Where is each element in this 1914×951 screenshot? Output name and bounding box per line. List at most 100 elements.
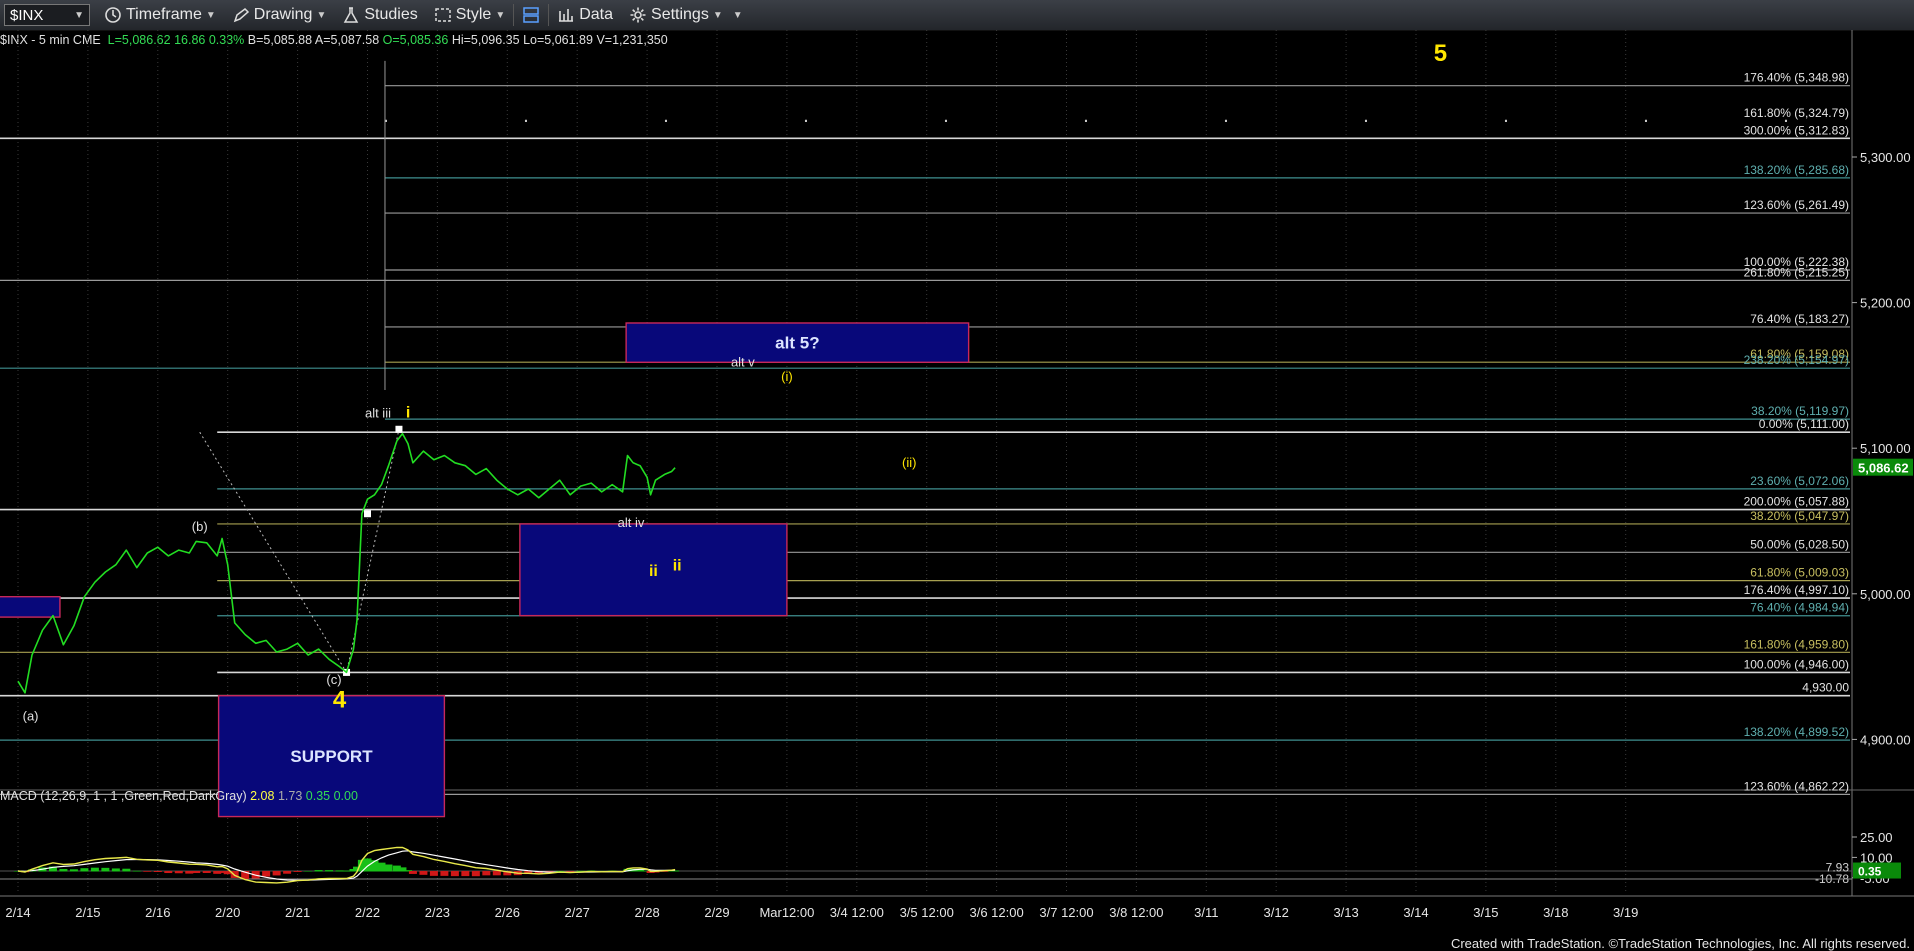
layout-icon	[522, 6, 540, 24]
time-axis-label: Mar12:00	[759, 905, 814, 920]
price-axis-label: 5,300.00	[1860, 150, 1911, 165]
macd-zero-value: 0.00	[333, 789, 358, 803]
fib-level-label: 176.40% (5,348.98)	[1744, 71, 1849, 85]
time-axis-label: 3/8 12:00	[1109, 905, 1163, 920]
fib-level-label: 138.20% (4,899.52)	[1744, 725, 1849, 739]
macd-histogram-bar	[492, 871, 501, 876]
macd-histogram-bar	[185, 871, 194, 874]
time-axis-label: 3/4 12:00	[830, 905, 884, 920]
fib-level-label: 76.40% (4,984.94)	[1750, 601, 1849, 615]
time-axis-label: 2/14	[5, 905, 30, 920]
anchor-point	[395, 425, 403, 433]
copyright-footer: Created with TradeStation. ©TradeStation…	[1450, 936, 1910, 951]
flask-icon	[342, 6, 360, 24]
target-box-label: alt 5?	[775, 334, 819, 353]
macd-value: 2.08	[250, 789, 275, 803]
time-axis-label: 2/22	[355, 905, 380, 920]
fib-level-label: 176.40% (4,997.10)	[1744, 583, 1849, 597]
time-axis-label: 2/28	[634, 905, 659, 920]
macd-histogram-bar	[482, 871, 491, 876]
macd-current-label: 0.35	[1858, 865, 1882, 879]
wave-label: alt iii	[365, 406, 391, 421]
price-axis-label: 5,100.00	[1860, 441, 1911, 456]
time-axis-label: 2/29	[704, 905, 729, 920]
macd-histogram-bar	[293, 871, 302, 872]
price-chart[interactable]: 2/14 2/15 2/16 2/20 2/21 2/22 2/23 2/26 2/27 2/28…	[0, 30, 1914, 951]
macd-histogram-bar	[164, 871, 173, 874]
time-axis-label: 2/23	[425, 905, 450, 920]
symbol-selector[interactable]: $INX ▼	[4, 4, 90, 26]
macd-histogram-bar	[342, 870, 351, 872]
macd-signal-line	[17, 850, 676, 881]
macd-histogram-bar	[408, 871, 417, 874]
time-axis-label: 2/26	[495, 905, 520, 920]
time-axis-label: 3/11	[1194, 905, 1218, 920]
fib-level-label: 238.20% (5,154.97)	[1744, 353, 1849, 367]
fib-level-label: 261.80% (5,215.25)	[1744, 265, 1849, 279]
fib-level-label: 161.80% (4,959.80)	[1744, 637, 1849, 651]
drawing-menu[interactable]: Drawing ▼	[224, 0, 335, 30]
data-label: Data	[579, 6, 614, 23]
time-axis-label: 3/6 12:00	[969, 905, 1023, 920]
time-axis-label: 3/18	[1543, 905, 1568, 920]
time-axis-label: 3/15	[1473, 905, 1498, 920]
timeframe-menu[interactable]: Timeframe ▼	[96, 0, 224, 30]
price-axis-label: 5,200.00	[1860, 296, 1911, 311]
chevron-down-icon: ▼	[205, 9, 216, 21]
macd-histogram-bar	[450, 871, 459, 877]
fib-level-label: 123.60% (4,862.22)	[1744, 779, 1849, 793]
target-box-label: SUPPORT	[290, 747, 373, 766]
fib-level-label: 138.20% (5,285.68)	[1744, 163, 1849, 177]
time-axis-label: 2/21	[285, 905, 310, 920]
fib-level-label: 100.00% (4,946.00)	[1744, 657, 1849, 671]
studies-menu[interactable]: Studies	[334, 0, 425, 30]
price-axis-label: 4,900.00	[1860, 732, 1911, 747]
target-box-label: ii	[649, 563, 658, 580]
macd-histogram-bar	[111, 868, 120, 872]
gear-icon	[629, 6, 647, 24]
style-menu[interactable]: Style ▼	[426, 0, 513, 30]
wave-label: (b)	[192, 519, 208, 534]
macd-histogram-bar	[143, 871, 152, 872]
macd-histogram-bar	[69, 869, 78, 872]
layout-button[interactable]	[514, 0, 548, 30]
macd-histogram-bar	[202, 871, 211, 873]
time-axis-label: 2/15	[75, 905, 100, 920]
settings-menu[interactable]: Settings ▼ ▼	[621, 0, 751, 30]
macd-histogram-bar	[377, 862, 386, 872]
wave-label: (c)	[326, 672, 341, 687]
time-axis-label: 3/13	[1333, 905, 1358, 920]
fib-level-label: 23.60% (5,072.06)	[1750, 474, 1849, 488]
target-box	[0, 596, 61, 618]
macd-histogram-bar	[174, 871, 183, 874]
anchor-point	[364, 510, 371, 518]
macd-histogram-bar	[153, 871, 162, 872]
macd-histogram-bar	[461, 871, 470, 877]
wave-label: (i)	[781, 369, 793, 384]
macd-status-line: MACD (12,26,9, 1 , 1 ,Green,Red,DarkGray…	[0, 789, 358, 803]
macd-signal-value: 1.73	[277, 789, 303, 803]
time-axis-label: 2/27	[565, 905, 590, 920]
wave-label: alt iv	[618, 515, 645, 530]
macd-histogram-bar	[304, 870, 313, 872]
macd-histogram-bar	[132, 870, 141, 872]
wave-connector	[199, 429, 400, 674]
macd-histogram-bar	[325, 870, 334, 872]
data-menu[interactable]: Data	[549, 0, 621, 30]
macd-histogram-bar	[192, 871, 201, 874]
time-axis-label: 2/16	[145, 905, 170, 920]
toolbar: $INX ▼ Timeframe ▼ Drawing ▼ Studies Sty…	[0, 0, 1914, 31]
fib-level-label: 38.20% (5,119.97)	[1751, 404, 1849, 418]
macd-hist-value: 0.35	[305, 789, 331, 803]
macd-axis-label: 25.00	[1860, 830, 1893, 845]
price-axis-label: 5,000.00	[1860, 587, 1911, 602]
time-axis-label: 3/5 12:00	[900, 905, 954, 920]
macd-histogram-bar	[314, 870, 323, 872]
clock-icon	[104, 6, 122, 24]
wave-label: alt v	[731, 355, 755, 370]
time-axis-label: 2/20	[215, 905, 240, 920]
fib-level-label: 161.80% (5,324.79)	[1744, 106, 1849, 120]
macd-histogram-bar	[471, 871, 480, 877]
macd-histogram-bar	[272, 871, 281, 876]
time-axis-label: 3/19	[1613, 905, 1638, 920]
